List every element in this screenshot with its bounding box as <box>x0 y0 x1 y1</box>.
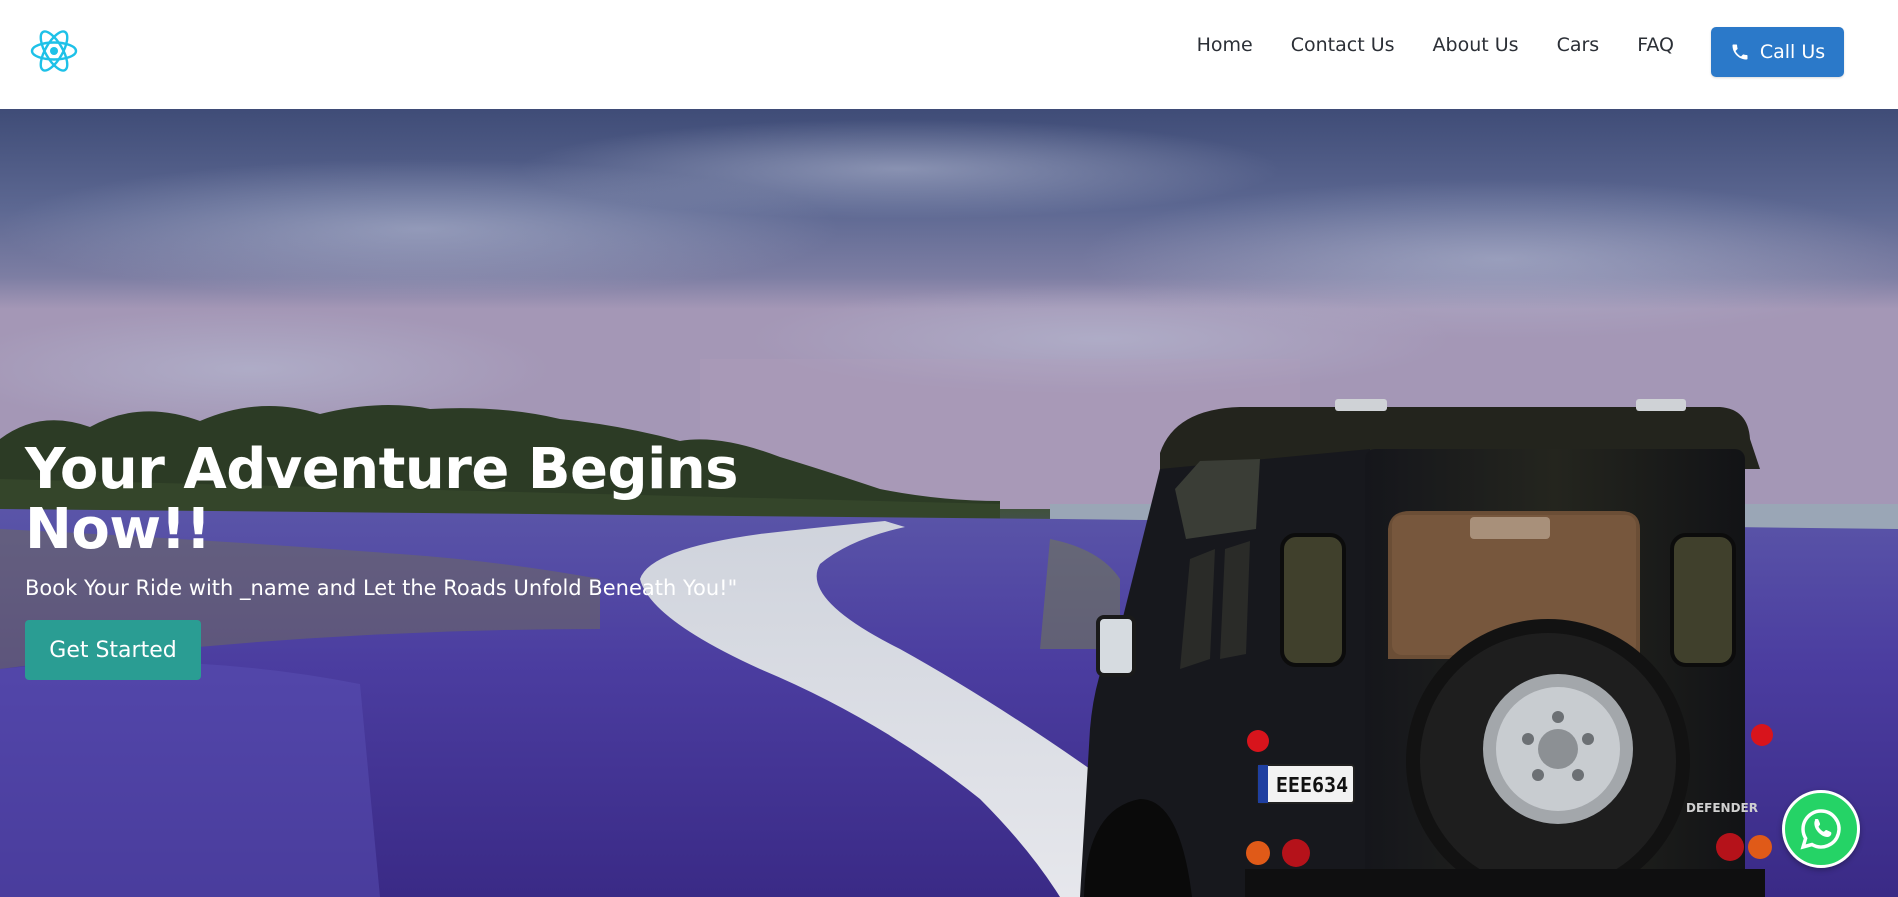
phone-icon <box>1732 44 1748 60</box>
license-plate-text: EEE634 <box>1276 773 1348 797</box>
call-us-button[interactable]: Call Us <box>1711 27 1844 77</box>
whatsapp-button[interactable] <box>1782 790 1860 868</box>
hero-banner: EEE634 DEFENDER Your Adventure Begins No… <box>0 109 1898 897</box>
call-us-label: Call Us <box>1759 41 1826 63</box>
hero-title: Your Adventure Begins Now!! <box>25 437 739 562</box>
nav-home[interactable]: Home <box>1197 34 1253 56</box>
react-atom-icon <box>30 30 78 72</box>
nav-about-us[interactable]: About Us <box>1433 34 1519 56</box>
hero-content: Your Adventure Begins Now!! Book Your Ri… <box>25 440 745 680</box>
navbar: Home Contact Us About Us Cars FAQ Call U… <box>0 0 1898 109</box>
defender-badge: DEFENDER <box>1686 801 1758 815</box>
nav-faq[interactable]: FAQ <box>1637 34 1674 56</box>
nav-contact-us[interactable]: Contact Us <box>1291 34 1395 56</box>
whatsapp-icon <box>1800 809 1841 850</box>
get-started-button[interactable]: Get Started <box>25 620 201 680</box>
logo[interactable] <box>28 28 80 74</box>
hero-subtitle: Book Your Ride with _name and Let the Ro… <box>25 576 738 600</box>
nav-cars[interactable]: Cars <box>1557 34 1600 56</box>
vehicle-illustration: EEE634 DEFENDER <box>1080 399 1773 897</box>
main-nav: Home Contact Us About Us Cars FAQ <box>1197 34 1674 56</box>
